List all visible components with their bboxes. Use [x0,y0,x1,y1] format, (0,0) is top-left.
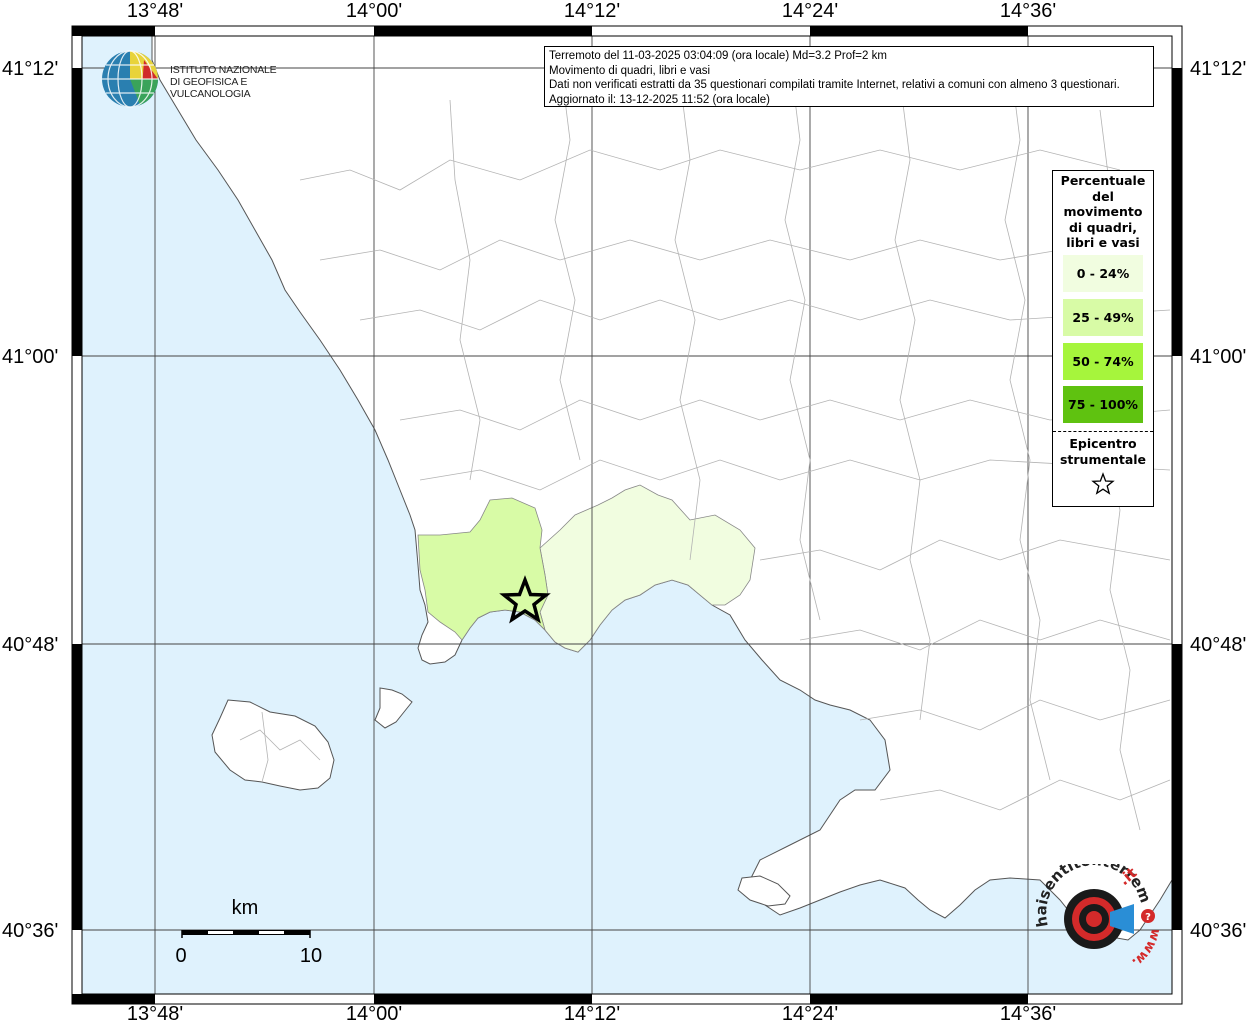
scale-min: 0 [175,945,186,967]
right-label: 41°12' [1190,58,1246,80]
bottom-label: 14°36' [1000,1003,1056,1024]
event-info-box: Terremoto del 11-03-2025 03:04:09 (ora l… [544,46,1154,107]
ingv-name: ISTITUTO NAZIONALE DI GEOFISICA E VULCAN… [170,64,330,100]
legend-title-line: di quadri, [1068,219,1137,235]
legend-item-25-49: 25 - 49% [1063,299,1143,336]
legend-title-line: movimento [1063,204,1143,219]
legend-item-50-74: 50 - 74% [1063,343,1143,380]
left-label: 40°36' [2,920,58,942]
top-label: 14°12' [564,0,620,22]
event-updated: Aggiornato il: 13-12-2025 11:52 (ora loc… [549,93,770,106]
legend-title-line: del [1092,188,1114,204]
epicenter-legend-title: Epicentro strumentale [1053,436,1153,468]
top-label: 14°24' [782,0,838,22]
left-label: 40°48' [2,634,58,656]
bottom-label: 14°00' [346,1003,402,1024]
left-label: 41°00' [2,346,58,368]
seismograph-logo-icon: haisentitoilterremoto .it www. ? [1029,850,1163,970]
legend-title-line: libri e vasi [1066,235,1140,250]
legend-title: Percentuale del movimento di quadri, lib… [1053,171,1153,251]
right-label: 40°48' [1190,634,1246,656]
globe-icon [102,50,158,108]
legend: Percentuale del movimento di quadri, lib… [1052,170,1154,507]
bottom-label: 13°48' [127,1003,183,1024]
scale-max: 10 [300,945,322,967]
legend-item-0-24: 0 - 24% [1063,255,1143,292]
svg-text:?: ? [1145,912,1151,923]
epicenter-legend-star-icon [1091,472,1115,495]
epicenter-legend-line: Epicentro [1069,436,1137,451]
ingv-logo: ISTITUTO NAZIONALE DI GEOFISICA E VULCAN… [100,48,330,110]
scale-unit: km [232,897,259,919]
right-label: 40°36' [1190,920,1246,942]
event-parameter: Movimento di quadri, libri e vasi [549,64,711,77]
top-label: 14°00' [346,0,402,22]
top-label: 13°48' [127,0,183,22]
event-title: Terremoto del 11-03-2025 03:04:09 (ora l… [549,50,887,62]
event-data-note: Dati non verificati estratti da 35 quest… [549,79,1120,92]
top-label: 14°36' [1000,0,1056,22]
ingv-name-line2: DI GEOFISICA E VULCANOLOGIA [170,76,251,100]
legend-item-75-100: 75 - 100% [1063,386,1143,423]
haisentito-logo: haisentitoilterremoto .it www. ? [1029,850,1164,974]
legend-title-line: Percentuale [1060,173,1146,188]
bottom-label: 14°12' [564,1003,620,1024]
left-label: 41°12' [2,58,58,80]
bottom-label: 14°24' [782,1003,838,1024]
legend-divider [1053,431,1153,432]
epicenter-legend-line: strumentale [1059,452,1147,467]
ingv-name-line1: ISTITUTO NAZIONALE [170,64,277,76]
right-label: 41°00' [1190,346,1246,368]
